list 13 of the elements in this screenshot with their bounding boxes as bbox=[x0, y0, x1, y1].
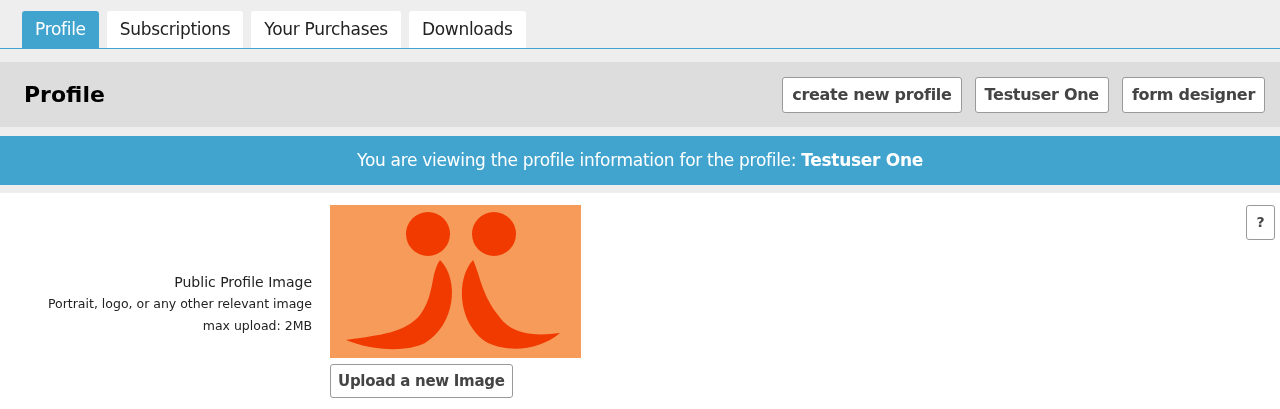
upload-limit: max upload: 2MB bbox=[202, 317, 312, 335]
header-button[interactable]: create new profile bbox=[782, 76, 962, 113]
tab[interactable]: Your Purchases bbox=[251, 11, 401, 48]
header-button[interactable]: Testuser One bbox=[974, 76, 1109, 113]
field-hint: Portrait, logo, or any other relevant image bbox=[47, 295, 312, 313]
header-button[interactable]: form designer bbox=[1121, 76, 1265, 113]
tab[interactable]: Subscriptions bbox=[106, 11, 244, 48]
upload-button[interactable]: Upload a new Image bbox=[330, 364, 513, 398]
field-label: Public Profile Image bbox=[174, 273, 312, 292]
help-button[interactable]: ? bbox=[1246, 205, 1275, 240]
tab[interactable]: Downloads bbox=[408, 11, 526, 48]
banner-text: You are viewing the profile information for the profile: Testuser One bbox=[357, 148, 923, 172]
page-title: Profile bbox=[24, 81, 105, 109]
